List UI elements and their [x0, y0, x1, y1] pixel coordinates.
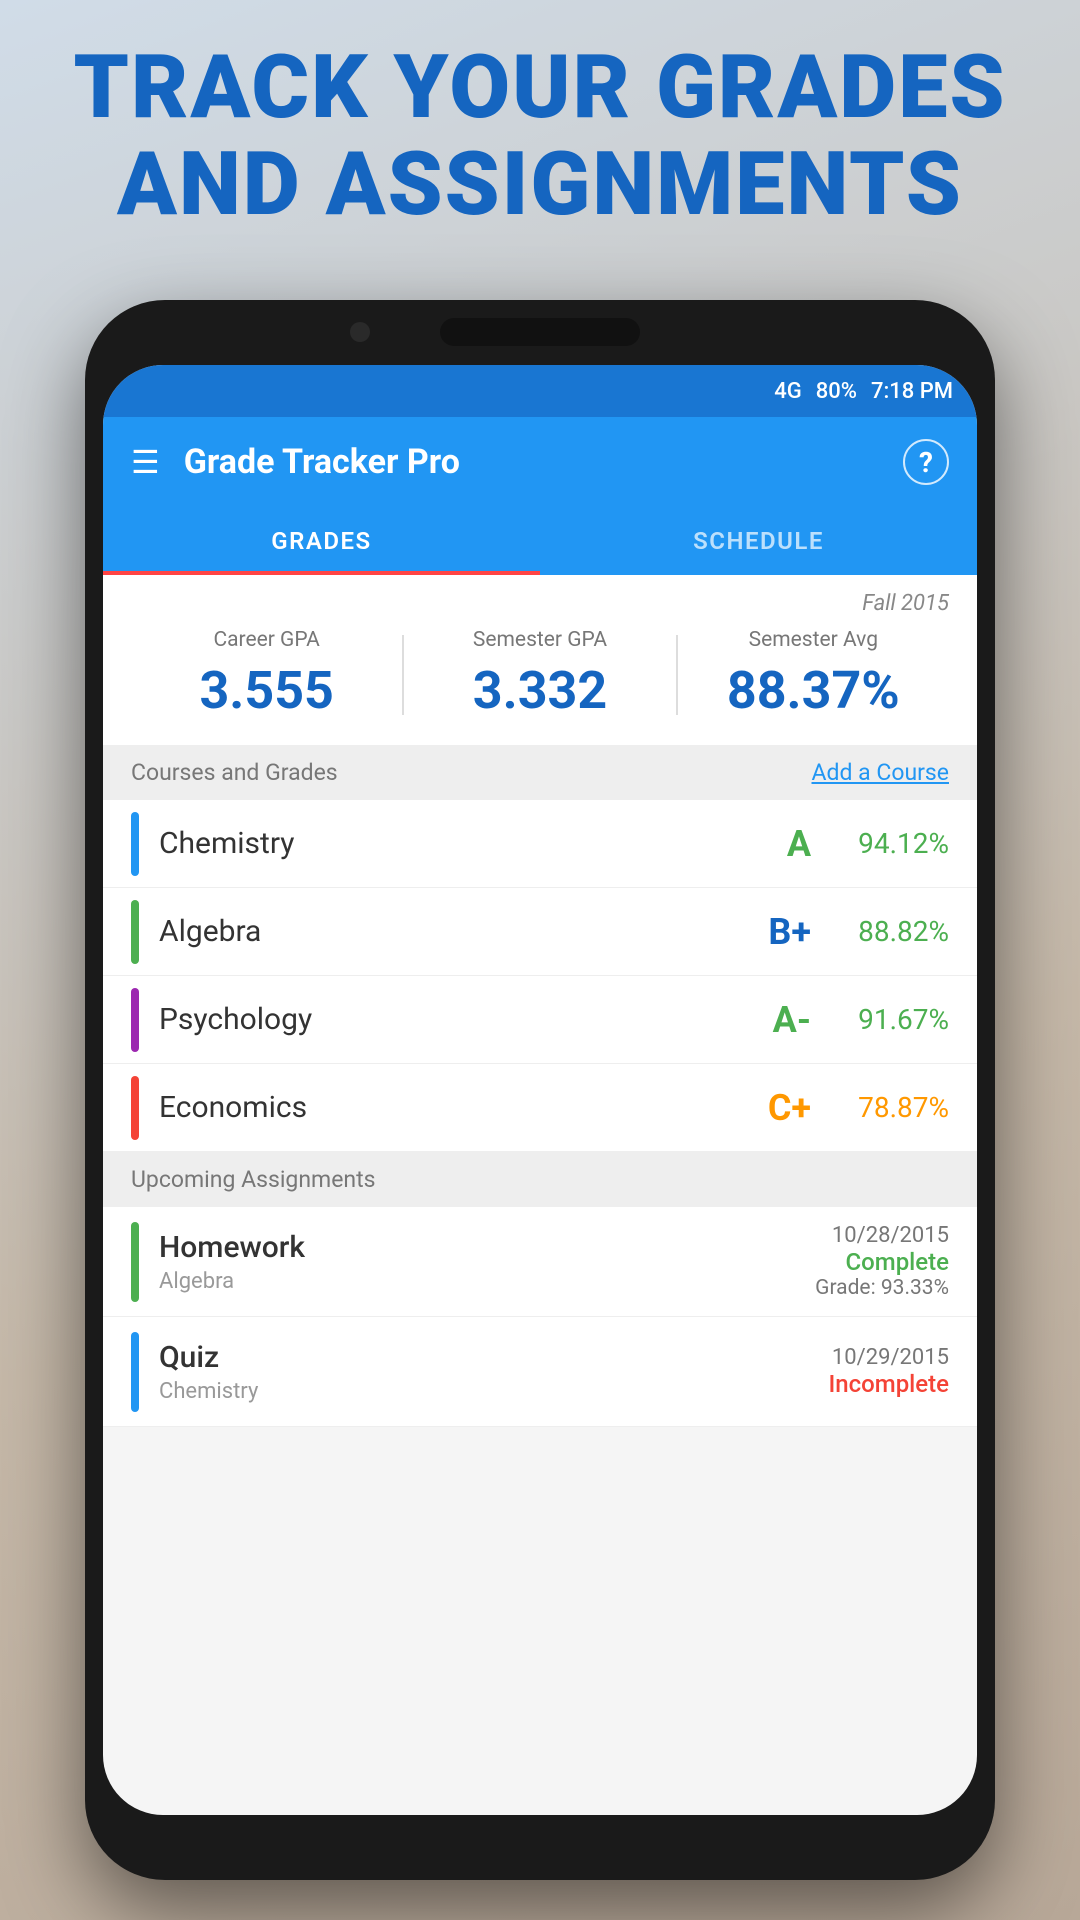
- battery-indicator: 80%: [816, 379, 857, 404]
- hamburger-icon[interactable]: ☰: [131, 443, 160, 481]
- app-title: Grade Tracker Pro: [184, 442, 879, 482]
- semester-gpa-value: 3.332: [404, 660, 675, 721]
- assignment-color-bar: [131, 1222, 139, 1302]
- assignment-color-bar: [131, 1332, 139, 1412]
- course-grade-letter: C+: [741, 1087, 811, 1129]
- gpa-row: Career GPA 3.555 Semester GPA 3.332 Seme…: [131, 628, 949, 721]
- course-name: Algebra: [159, 914, 741, 949]
- course-item[interactable]: Economics C+ 78.87%: [103, 1064, 977, 1152]
- course-color-bar: [131, 812, 139, 876]
- course-name: Chemistry: [159, 826, 741, 861]
- signal-indicator: 4G: [774, 379, 802, 404]
- gpa-section: Fall 2015 Career GPA 3.555 Semester GPA …: [103, 575, 977, 745]
- course-item[interactable]: Psychology A- 91.67%: [103, 976, 977, 1064]
- course-grade-pct: 91.67%: [839, 1003, 949, 1036]
- course-item[interactable]: Chemistry A 94.12%: [103, 800, 977, 888]
- semester-avg: Semester Avg 88.37%: [678, 628, 949, 721]
- assignment-name: Quiz: [159, 1340, 828, 1375]
- hero-title-line1: TRACK YOUR GRADES: [0, 40, 1080, 137]
- course-name: Economics: [159, 1090, 741, 1125]
- course-item[interactable]: Algebra B+ 88.82%: [103, 888, 977, 976]
- courses-section-title: Courses and Grades: [131, 759, 338, 786]
- assignment-status: Incomplete: [828, 1370, 949, 1398]
- hero-section: TRACK YOUR GRADES AND ASSIGNMENTS: [0, 40, 1080, 234]
- assignment-name: Homework: [159, 1230, 815, 1265]
- assignment-date: 10/29/2015: [832, 1345, 949, 1370]
- course-grade-letter: B+: [741, 911, 811, 953]
- tab-schedule[interactable]: SCHEDULE: [540, 507, 977, 575]
- courses-section-header: Courses and Grades Add a Course: [103, 745, 977, 800]
- courses-list: Chemistry A 94.12% Algebra B+ 88.82% Psy…: [103, 800, 977, 1152]
- assignment-course: Chemistry: [159, 1379, 828, 1404]
- assignment-meta: 10/28/2015 Complete Grade: 93.33%: [815, 1207, 949, 1316]
- help-icon-label: ?: [919, 446, 933, 479]
- assignment-date: 10/28/2015: [832, 1223, 949, 1248]
- app-bar: ☰ Grade Tracker Pro ?: [103, 417, 977, 507]
- assignment-item[interactable]: Homework Algebra 10/28/2015 Complete Gra…: [103, 1207, 977, 1317]
- course-grade-letter: A-: [741, 999, 811, 1041]
- status-bar: 4G 80% 7:18 PM: [103, 365, 977, 417]
- course-grade-pct: 88.82%: [839, 915, 949, 948]
- phone-frame: 4G 80% 7:18 PM ☰ Grade Tracker Pro ? GRA…: [85, 300, 995, 1880]
- assignment-meta: 10/29/2015 Incomplete: [828, 1317, 949, 1426]
- assignment-grade: Grade: 93.33%: [815, 1276, 949, 1300]
- assignment-status: Complete: [846, 1248, 950, 1276]
- course-grade-pct: 78.87%: [839, 1091, 949, 1124]
- course-color-bar: [131, 988, 139, 1052]
- semester-gpa: Semester GPA 3.332: [404, 628, 675, 721]
- course-color-bar: [131, 900, 139, 964]
- assignment-info: Quiz Chemistry: [159, 1317, 828, 1426]
- assignments-section-header: Upcoming Assignments: [103, 1152, 977, 1207]
- help-icon[interactable]: ?: [903, 439, 949, 485]
- assignments-list: Homework Algebra 10/28/2015 Complete Gra…: [103, 1207, 977, 1427]
- semester-gpa-label: Semester GPA: [404, 628, 675, 652]
- assignment-course: Algebra: [159, 1269, 815, 1294]
- course-grade-letter: A: [741, 823, 811, 865]
- course-grade-pct: 94.12%: [839, 827, 949, 860]
- assignments-section-title: Upcoming Assignments: [131, 1166, 376, 1193]
- assignment-info: Homework Algebra: [159, 1207, 815, 1316]
- career-gpa-label: Career GPA: [131, 628, 402, 652]
- phone-screen: 4G 80% 7:18 PM ☰ Grade Tracker Pro ? GRA…: [103, 365, 977, 1815]
- hero-title-line2: AND ASSIGNMENTS: [0, 137, 1080, 234]
- assignment-item[interactable]: Quiz Chemistry 10/29/2015 Incomplete: [103, 1317, 977, 1427]
- semester-avg-value: 88.37%: [678, 660, 949, 721]
- semester-avg-label: Semester Avg: [678, 628, 949, 652]
- main-content: Fall 2015 Career GPA 3.555 Semester GPA …: [103, 575, 977, 1427]
- career-gpa-value: 3.555: [131, 660, 402, 721]
- tab-bar: GRADES SCHEDULE: [103, 507, 977, 575]
- course-name: Psychology: [159, 1002, 741, 1037]
- course-color-bar: [131, 1076, 139, 1140]
- tab-grades[interactable]: GRADES: [103, 507, 540, 575]
- semester-label: Fall 2015: [131, 591, 949, 616]
- add-course-link[interactable]: Add a Course: [812, 759, 950, 786]
- career-gpa: Career GPA 3.555: [131, 628, 402, 721]
- time-display: 7:18 PM: [871, 379, 953, 404]
